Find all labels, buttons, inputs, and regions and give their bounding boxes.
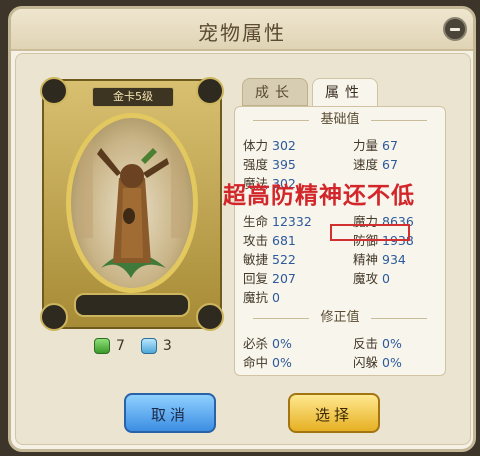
- stat-value: 0%: [382, 336, 402, 351]
- stat-label: 生命: [243, 214, 269, 229]
- defense-highlight-box: [330, 224, 410, 241]
- stat-label: 魔攻: [353, 271, 379, 286]
- resource-counter: 7 3: [94, 338, 172, 354]
- pet-card[interactable]: 金卡5级: [40, 77, 224, 331]
- section-header-modifier: 修正值: [235, 307, 445, 329]
- stat-label: 命中: [243, 355, 269, 370]
- stat-label: 闪躲: [353, 355, 379, 370]
- stat-label: 精神: [353, 252, 379, 267]
- card-footer-plate: [74, 293, 190, 317]
- close-icon[interactable]: [443, 17, 467, 41]
- card-corner-ornament: [40, 303, 68, 331]
- blue-gem-icon: [140, 338, 157, 354]
- cancel-button[interactable]: 取消: [124, 393, 216, 433]
- stat-row: 命中 0%: [243, 352, 292, 371]
- stat-value: 67: [382, 138, 398, 153]
- stat-value: 302: [272, 138, 296, 153]
- stat-row: 魔攻 0: [353, 268, 390, 287]
- stat-label: 强度: [243, 157, 269, 172]
- stat-value: 67: [382, 157, 398, 172]
- stat-label: 敏捷: [243, 252, 269, 267]
- video-caption-overlay: 超高防精神还不低: [223, 183, 415, 209]
- stat-row: 速度 67: [353, 154, 398, 173]
- card-grade-label: 金卡5级: [92, 87, 174, 107]
- stat-label: 必杀: [243, 336, 269, 351]
- stat-value: 0%: [272, 336, 292, 351]
- stat-row: 精神 934: [353, 249, 406, 268]
- select-button[interactable]: 选择: [288, 393, 380, 433]
- stat-value: 934: [382, 252, 406, 267]
- tab-attributes[interactable]: 属性: [312, 78, 378, 108]
- stat-row: 生命 12332: [243, 211, 312, 230]
- stat-row: 力量 67: [353, 135, 398, 154]
- card-corner-ornament: [196, 77, 224, 105]
- stat-label: 魔抗: [243, 290, 269, 305]
- stat-row: 体力 302: [243, 135, 296, 154]
- tab-growth[interactable]: 成长: [242, 78, 308, 106]
- stat-value: 207: [272, 271, 296, 286]
- tree-pet-icon: [79, 138, 185, 278]
- stat-label: 攻击: [243, 233, 269, 248]
- stat-row: 闪躲 0%: [353, 352, 402, 371]
- stat-value: 0%: [272, 355, 292, 370]
- stat-row: 强度 395: [243, 154, 296, 173]
- stat-label: 体力: [243, 138, 269, 153]
- stat-row: 敏捷 522: [243, 249, 296, 268]
- stat-value: 0: [272, 290, 280, 305]
- stat-row: 攻击 681: [243, 230, 296, 249]
- green-gem-icon: [94, 338, 110, 354]
- stat-label: 回复: [243, 271, 269, 286]
- stat-row: 回复 207: [243, 268, 296, 287]
- stat-row: 必杀 0%: [243, 333, 292, 352]
- stat-row: 反击 0%: [353, 333, 402, 352]
- attributes-panel: 基础值 体力 302 力量 67 强度 395 速度 67 魔法 302 生命 12332 …: [234, 106, 446, 376]
- section-header-base: 基础值: [235, 109, 445, 131]
- pet-portrait-frame: [66, 113, 198, 293]
- card-corner-ornament: [196, 303, 224, 331]
- stat-value: 522: [272, 252, 296, 267]
- stat-label: 反击: [353, 336, 379, 351]
- card-corner-ornament: [40, 77, 68, 105]
- title-bar: 宠物属性: [11, 9, 473, 51]
- stat-label: 速度: [353, 157, 379, 172]
- stat-row: 魔抗 0: [243, 287, 280, 306]
- stat-label: 力量: [353, 138, 379, 153]
- stat-value: 12332: [272, 214, 312, 229]
- stat-value: 395: [272, 157, 296, 172]
- stat-value: 0: [382, 271, 390, 286]
- green-gem-count: 7: [116, 338, 125, 354]
- blue-gem-count: 3: [162, 338, 172, 354]
- dialog-title: 宠物属性: [198, 21, 286, 45]
- content-area: 金卡5级 7 3 成长 属性 基础值 体力 302 力量 67 强度 395 速…: [15, 53, 471, 445]
- stat-value: 0%: [382, 355, 402, 370]
- stat-value: 681: [272, 233, 296, 248]
